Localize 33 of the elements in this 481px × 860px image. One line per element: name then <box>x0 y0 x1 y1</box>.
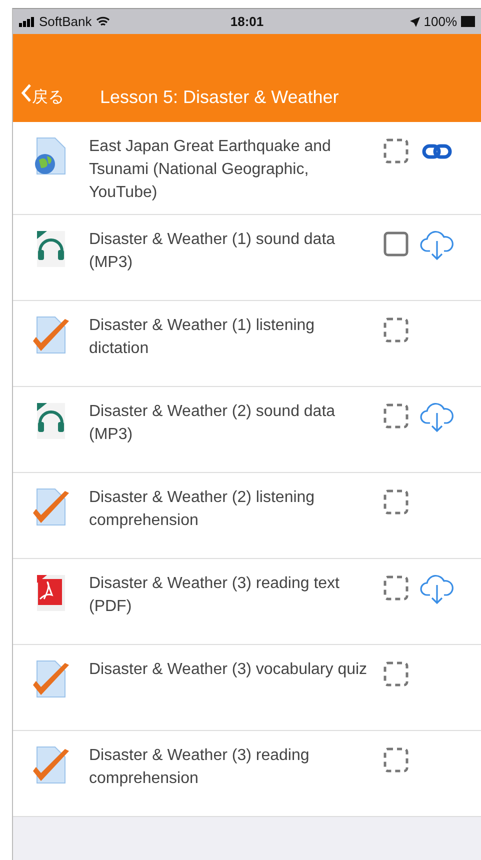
resource-row[interactable]: Disaster & Weather (2) sound data (MP3) <box>13 387 481 473</box>
lesson-title: Lesson 5: Disaster & Weather <box>100 87 339 108</box>
resource-row[interactable]: Disaster & Weather (3) reading comprehension <box>13 731 481 817</box>
completion-checkbox[interactable] <box>383 489 409 515</box>
completion-checkbox[interactable] <box>383 575 409 601</box>
completion-checkbox[interactable] <box>383 403 409 429</box>
resource-title: Disaster & Weather (3) reading text (PDF) <box>89 574 340 617</box>
completion-checkbox[interactable] <box>383 231 409 257</box>
resource-title: Disaster & Weather (3) reading comprehension <box>89 746 310 789</box>
resource-row[interactable]: Disaster & Weather (3) vocabulary quiz <box>13 645 481 731</box>
clock-time: 18:01 <box>230 14 264 29</box>
resource-row[interactable]: Disaster & Weather (1) sound data (MP3) <box>13 215 481 301</box>
resource-title: East Japan Great Earthquake and Tsunami (National Geographic, YouTube) <box>89 137 332 203</box>
battery-icon <box>461 16 475 27</box>
signal-icon <box>19 16 35 26</box>
resource-row[interactable]: Disaster & Weather (2) listening comprehension <box>13 473 481 559</box>
battery-percent: 100% <box>424 14 457 29</box>
resource-title: Disaster & Weather (2) listening comprehension <box>89 488 316 531</box>
completion-checkbox[interactable] <box>383 317 409 343</box>
completion-checkbox[interactable] <box>383 747 409 773</box>
resource-title: Disaster & Weather (2) sound data (MP3) <box>89 402 336 445</box>
resource-title: Disaster & Weather (3) vocabulary quiz <box>89 660 368 680</box>
resource-row[interactable]: East Japan Great Earthquake and Tsunami (National Geographic, YouTube) <box>13 122 481 215</box>
completion-checkbox[interactable] <box>383 661 409 687</box>
resource-title: Disaster & Weather (1) listening dictation <box>89 316 316 359</box>
resource-row[interactable]: Disaster & Weather (1) listening dictation <box>13 301 481 387</box>
location-arrow-icon <box>410 16 420 26</box>
back-chevron-icon <box>21 84 32 102</box>
carrier-name: SoftBank <box>39 14 92 29</box>
resource-title: Disaster & Weather (1) sound data (MP3) <box>89 230 336 273</box>
resource-row[interactable]: Disaster & Weather (3) reading text (PDF) <box>13 559 481 645</box>
wifi-icon <box>96 16 110 27</box>
completion-checkbox[interactable] <box>383 138 409 164</box>
